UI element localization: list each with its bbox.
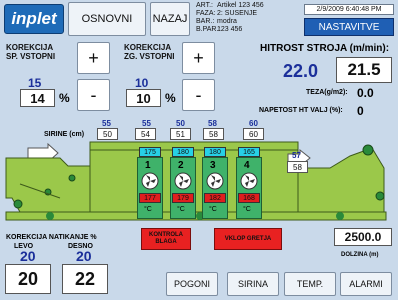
zg-minus-button[interactable]: - — [182, 79, 215, 111]
zone-number: 3 — [210, 160, 216, 171]
zone-set-field[interactable]: 175 — [139, 147, 161, 157]
machine-diagram — [5, 141, 387, 221]
info-key: ART.: — [196, 2, 213, 9]
zone-unit: °C — [144, 206, 152, 213]
korekcija-zg-label: KOREKCIJA ZG. VSTOPNI — [124, 43, 175, 61]
zg-value-field[interactable]: 10 — [126, 89, 161, 107]
osnovni-button[interactable]: OSNOVNI — [68, 2, 146, 36]
sirina-button[interactable]: SIRINA — [227, 272, 279, 296]
zone-number: 2 — [178, 160, 184, 171]
temp-button[interactable]: TEMP. — [284, 272, 336, 296]
datetime-display: 2/9/2009 6:40:48 PM — [304, 4, 394, 15]
zone-set-field[interactable]: 165 — [238, 147, 260, 157]
zg-setpoint: 10 — [135, 76, 149, 90]
speed-label: HITROST STROJA (m/min): — [260, 43, 390, 54]
nazaj-button[interactable]: NAZAJ — [150, 2, 190, 36]
alarmi-button[interactable]: ALARMI — [340, 272, 392, 296]
pogoni-button[interactable]: POGONI — [166, 272, 218, 296]
info-key: FAZA: — [196, 10, 216, 17]
article-info: ART.: Artikel 123 456 FAZA: 2: SUSENJE BAR… — [196, 2, 264, 34]
zone-unit: °C — [243, 206, 251, 213]
info-value: Artikel 123 456 — [217, 2, 264, 9]
zone-temp-actual: 168 — [238, 193, 260, 203]
info-key: BAR.: — [196, 18, 215, 25]
fan-icon — [141, 172, 159, 190]
info-value: modra — [217, 18, 237, 25]
sp-plus-button[interactable]: + — [77, 42, 110, 74]
zone-temp-actual: 179 — [172, 193, 194, 203]
napetost-label: NAPETOST HT VALJ (%): — [259, 107, 343, 114]
info-key: B.PAR.: — [196, 26, 221, 33]
speed-actual: 22.0 — [283, 61, 319, 81]
sirina-setpoint: 50 — [176, 119, 185, 128]
outlet-width-setpoint: 57 — [292, 151, 301, 160]
zone-unit: °C — [177, 206, 185, 213]
levo-value-field[interactable]: 20 — [5, 264, 51, 294]
zg-unit: % — [165, 91, 176, 105]
fan-icon — [174, 172, 192, 190]
sp-unit: % — [59, 91, 70, 105]
sp-value-field[interactable]: 14 — [20, 89, 55, 107]
sirina-setpoint: 58 — [208, 119, 217, 128]
dolzina-field[interactable]: 2500.0 — [334, 228, 392, 246]
vklop-gretja-button[interactable]: VKLOP GRETJA — [214, 228, 282, 250]
desno-value-field[interactable]: 22 — [62, 264, 108, 294]
zg-plus-button[interactable]: + — [182, 42, 215, 74]
zone-temp-actual: 177 — [139, 193, 161, 203]
nastavitve-button[interactable]: NASTAVITVE — [304, 18, 394, 36]
korekcija-sp-label: KOREKCIJA SP. VSTOPNI — [6, 43, 56, 61]
sp-setpoint: 15 — [28, 76, 42, 90]
teza-value: 0.0 — [357, 86, 374, 100]
inplet-logo: inplet — [4, 4, 64, 34]
desno-setpoint: 20 — [76, 248, 92, 264]
zone-set-field[interactable]: 180 — [172, 147, 194, 157]
info-value: 2: SUSENJE — [217, 10, 258, 17]
sirina-setpoint: 60 — [249, 119, 258, 128]
info-value: 123 456 — [217, 26, 243, 33]
zone-temp-actual: 182 — [204, 193, 226, 203]
fan-icon — [206, 172, 224, 190]
sirina-setpoint: 55 — [102, 119, 111, 128]
zone-unit: °C — [209, 206, 217, 213]
sirine-label: SIRINE (cm) — [44, 131, 85, 138]
sirina-setpoint: 55 — [142, 119, 151, 128]
teza-label: TEZA(g/m2): — [306, 89, 348, 96]
kontrola-blaga-button[interactable]: KONTROLA BLAGA — [141, 228, 191, 250]
napetost-value: 0 — [357, 104, 364, 118]
levo-setpoint: 20 — [20, 248, 36, 264]
fan-icon — [240, 172, 258, 190]
dolzina-label: DOLZINA (m) — [341, 252, 379, 258]
speed-setpoint-field[interactable]: 21.5 — [336, 57, 392, 83]
zone-number: 1 — [145, 160, 151, 171]
natikanje-label: KOREKCIJA NATIKANJE % — [6, 234, 97, 241]
zone-set-field[interactable]: 180 — [204, 147, 226, 157]
zone-number: 4 — [244, 160, 250, 171]
sp-minus-button[interactable]: - — [77, 79, 110, 111]
outlet-width-field[interactable]: 58 — [287, 161, 308, 173]
